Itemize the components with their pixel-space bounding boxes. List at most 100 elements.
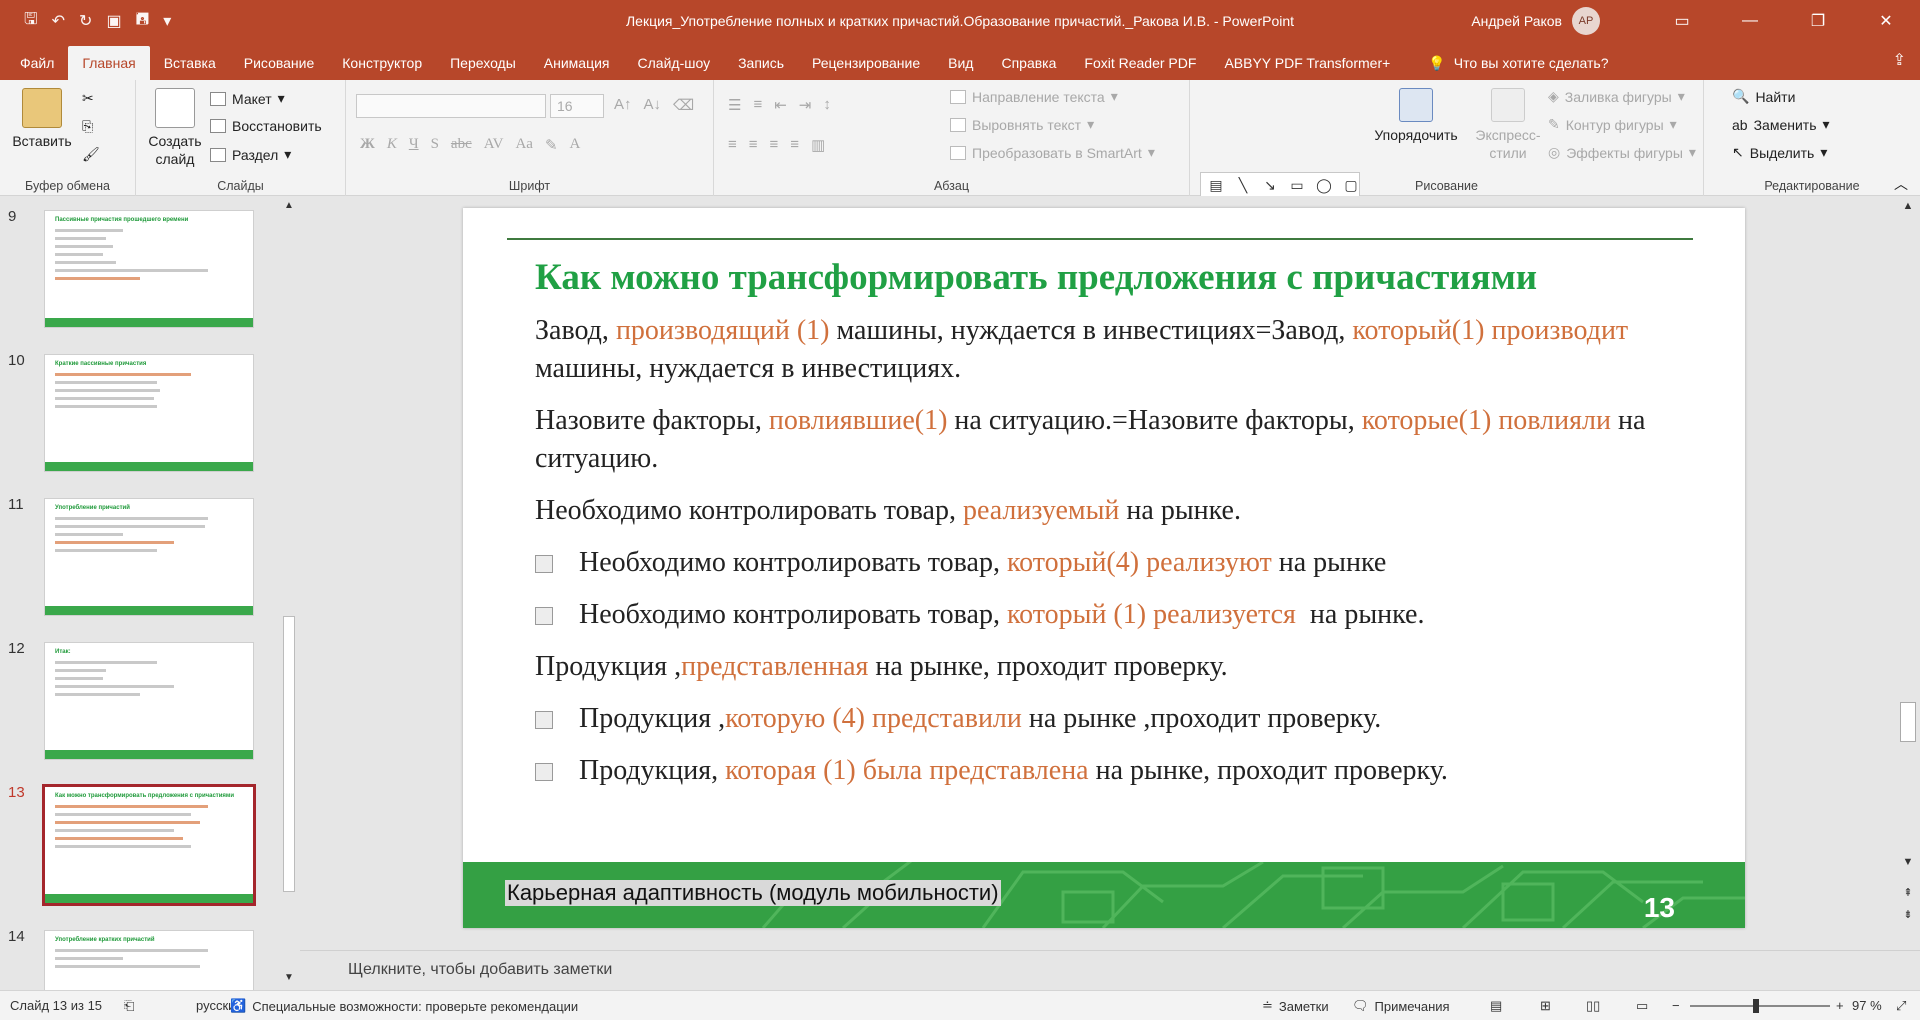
thumbnail-item[interactable]: 10 Краткие пассивные причастия — [0, 340, 280, 472]
redo-icon[interactable]: ↻ — [79, 11, 92, 31]
font-family-select[interactable] — [356, 94, 546, 118]
shape-fill-button[interactable]: ◈ Заливка фигуры ▾ — [1548, 88, 1685, 105]
rounded-rect-shape-icon[interactable]: ▢ — [1339, 176, 1363, 196]
slide-thumbnail[interactable]: Краткие пассивные причастия — [44, 354, 254, 472]
scrollbar-thumb[interactable] — [1900, 702, 1916, 742]
thumbnail-item[interactable]: 12 Итак: — [0, 628, 280, 760]
numbering-icon[interactable]: ≡ — [753, 96, 762, 114]
thumbnail-item[interactable]: 9 Пассивные причастия прошедшего времени — [0, 196, 280, 328]
tab-slideshow[interactable]: Слайд-шоу — [624, 46, 725, 80]
current-slide[interactable]: Как можно трансформировать предложения с… — [463, 208, 1745, 928]
close-icon[interactable]: ✕ — [1852, 0, 1920, 42]
ribbon-display-icon[interactable]: ▭ — [1648, 0, 1716, 42]
slide-sorter-icon[interactable]: ⊞ — [1540, 998, 1551, 1014]
tab-animations[interactable]: Анимация — [530, 46, 624, 80]
scroll-down-icon[interactable]: ▼ — [283, 972, 295, 986]
thumbnail-scrollbar[interactable]: ▲ ▼ — [280, 196, 298, 990]
thumbnail-item-selected[interactable]: 13 Как можно трансформировать предложени… — [0, 772, 280, 906]
slideshow-icon[interactable]: ▣ — [106, 11, 121, 31]
tab-transitions[interactable]: Переходы — [436, 46, 530, 80]
tab-home[interactable]: Главная — [68, 46, 150, 80]
layout-button[interactable]: Макет ▾ — [210, 90, 285, 107]
notes-toggle[interactable]: ≐ Заметки — [1262, 998, 1329, 1014]
slide-thumbnail[interactable]: Употребление причастий — [44, 498, 254, 616]
next-slide-icon[interactable]: ⇟ — [1900, 908, 1916, 921]
bullets-icon[interactable]: ☰ — [728, 96, 741, 114]
tell-me-search[interactable]: 💡 Что вы хотите сделать? — [1404, 46, 1608, 80]
slide-body-text[interactable]: Завод, производящий (1) машины, нуждаетс… — [535, 312, 1685, 804]
quick-styles-button[interactable]: Экспресс- стили — [1472, 88, 1544, 162]
scrollbar-thumb[interactable] — [283, 616, 295, 892]
decrease-indent-icon[interactable]: ⇤ — [774, 96, 787, 114]
tab-abbyy[interactable]: ABBYY PDF Transformer+ — [1210, 46, 1404, 80]
reset-button[interactable]: Восстановить — [210, 118, 322, 134]
cut-icon[interactable]: ✂ — [82, 90, 94, 107]
comments-toggle[interactable]: 🗨 Примечания — [1352, 998, 1450, 1014]
spellcheck-icon[interactable]: ⎗ — [124, 998, 134, 1014]
highlight-icon[interactable]: ✎ — [545, 136, 558, 155]
align-text-button[interactable]: Выровнять текст ▾ — [950, 116, 1094, 133]
justify-icon[interactable]: ≡ — [790, 136, 799, 154]
thumbnail-item[interactable]: 11 Употребление причастий — [0, 484, 280, 616]
user-account[interactable]: Андрей Раков АР — [1471, 0, 1600, 42]
zoom-out-icon[interactable]: − — [1672, 998, 1680, 1013]
find-button[interactable]: 🔍 Найти — [1732, 88, 1795, 105]
arrange-button[interactable]: Упорядочить — [1368, 88, 1464, 144]
notes-pane[interactable]: Щелкните, чтобы добавить заметки — [300, 950, 1920, 990]
clear-format-icon[interactable]: ⌫ — [673, 96, 694, 114]
bold-icon[interactable]: Ж — [360, 136, 375, 155]
save-as-icon[interactable]: 🖪 — [136, 8, 150, 35]
font-size-select[interactable]: 16 — [550, 94, 604, 118]
tab-review[interactable]: Рецензирование — [798, 46, 934, 80]
tab-insert[interactable]: Вставка — [150, 46, 230, 80]
undo-icon[interactable]: ↶ — [52, 11, 65, 31]
rectangle-shape-icon[interactable]: ▭ — [1285, 176, 1309, 196]
scroll-up-icon[interactable]: ▲ — [1900, 200, 1916, 212]
spacing-icon[interactable]: AV — [484, 136, 504, 155]
notes-placeholder[interactable]: Щелкните, чтобы добавить заметки — [348, 961, 612, 979]
zoom-in-icon[interactable]: + — [1836, 998, 1844, 1013]
grow-font-icon[interactable]: A↑ — [614, 96, 632, 114]
thumbnail-item[interactable]: 14 Употребление кратких причастий — [0, 916, 280, 990]
slide-thumbnail[interactable]: Употребление кратких причастий — [44, 930, 254, 990]
align-left-icon[interactable]: ≡ — [728, 136, 737, 154]
shadow-icon[interactable]: S — [431, 136, 439, 155]
smartart-button[interactable]: Преобразовать в SmartArt ▾ — [950, 144, 1155, 161]
tab-design[interactable]: Конструктор — [328, 46, 436, 80]
zoom-level[interactable]: 97 % — [1852, 998, 1882, 1013]
shape-outline-button[interactable]: ✎ Контур фигуры ▾ — [1548, 116, 1677, 133]
collapse-ribbon-icon[interactable]: ︿ — [1894, 174, 1908, 194]
replace-button[interactable]: ab Заменить ▾ — [1732, 116, 1830, 133]
scroll-up-icon[interactable]: ▲ — [283, 200, 295, 214]
maximize-icon[interactable]: ❐ — [1784, 0, 1852, 42]
zoom-slider[interactable] — [1690, 1005, 1830, 1007]
scroll-down-icon[interactable]: ▼ — [1900, 856, 1916, 868]
copy-icon[interactable]: ⎘ — [82, 118, 93, 135]
strike-icon[interactable]: abc — [451, 136, 472, 155]
slide-title[interactable]: Как можно трансформировать предложения с… — [535, 256, 1537, 299]
new-slide-button[interactable]: Создать слайд — [142, 88, 208, 168]
section-button[interactable]: Раздел ▾ — [210, 146, 291, 163]
fit-slide-icon[interactable]: ⤢ — [1896, 998, 1906, 1014]
oval-shape-icon[interactable]: ◯ — [1312, 176, 1336, 196]
previous-slide-icon[interactable]: ⇞ — [1900, 886, 1916, 899]
normal-view-icon[interactable]: ▤ — [1490, 998, 1502, 1014]
slideshow-view-icon[interactable]: ▭ — [1636, 998, 1648, 1014]
underline-icon[interactable]: Ч — [409, 136, 419, 155]
shrink-font-icon[interactable]: A↓ — [644, 96, 662, 114]
line-shape-icon[interactable]: ╲ — [1231, 176, 1255, 196]
share-icon[interactable]: ⇪ — [1893, 50, 1906, 70]
align-center-icon[interactable]: ≡ — [749, 136, 758, 154]
tab-file[interactable]: Файл — [6, 46, 68, 80]
textbox-shape-icon[interactable]: ▤ — [1204, 176, 1228, 196]
minimize-icon[interactable]: — — [1716, 0, 1784, 42]
save-icon[interactable]: 🖫 — [24, 8, 38, 35]
shape-effects-button[interactable]: ◎ Эффекты фигуры ▾ — [1548, 144, 1696, 161]
slide-thumbnail-selected[interactable]: Как можно трансформировать предложения с… — [42, 784, 256, 906]
slide-footer-text[interactable]: Карьерная адаптивность (модуль мобильнос… — [505, 880, 1001, 906]
paste-button[interactable]: Вставить — [10, 88, 74, 150]
accessibility-button[interactable]: ♿ Специальные возможности: проверьте реко… — [230, 998, 578, 1014]
tab-view[interactable]: Вид — [934, 46, 987, 80]
line-spacing-icon[interactable]: ↕ — [823, 96, 831, 114]
customize-qat-icon[interactable]: ▾ — [163, 11, 171, 31]
